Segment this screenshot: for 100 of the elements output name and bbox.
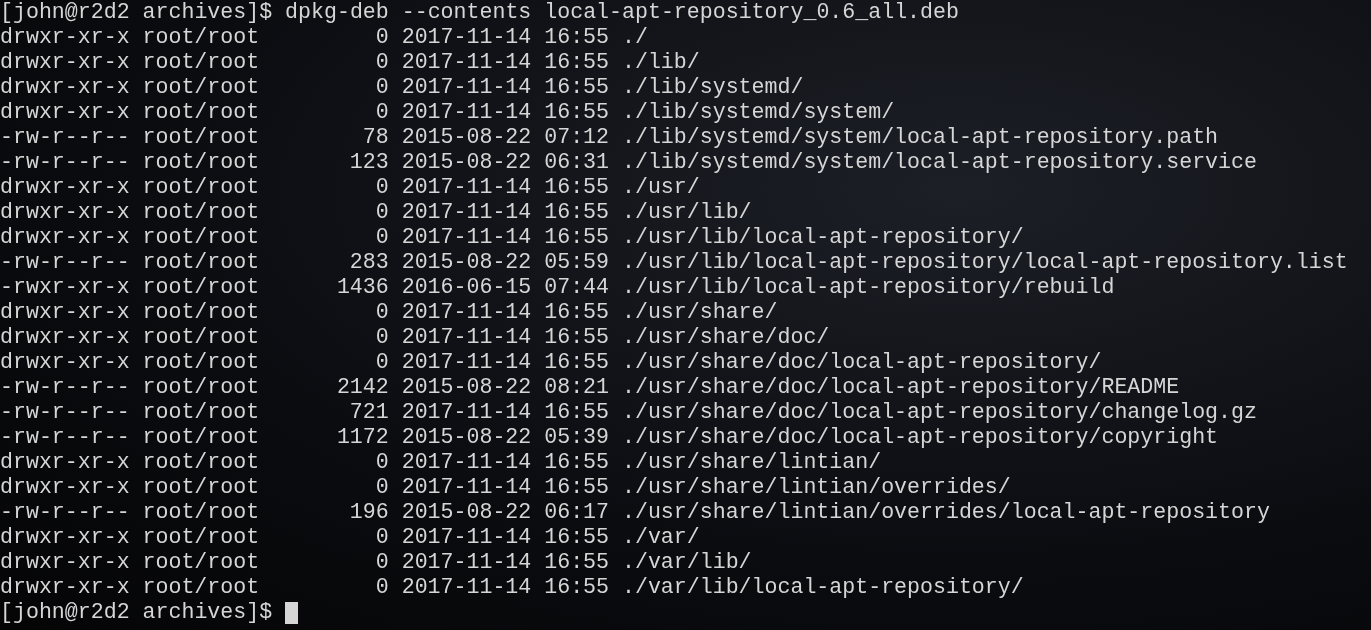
time-text: 16:55	[544, 525, 610, 550]
size-text: 0	[375, 325, 389, 350]
cursor-icon	[285, 601, 299, 624]
size-text: 0	[375, 200, 389, 225]
date-text: 2017-11-14	[401, 475, 532, 500]
size-text: 1172	[336, 425, 389, 450]
permissions-text: -rw-r--r--	[0, 400, 130, 425]
path-text: ./usr/share/lintian/overrides/local-apt-repository	[622, 500, 1270, 525]
size-text: 283	[349, 250, 389, 275]
date-text: 2017-11-14	[401, 350, 532, 375]
shell-prompt: [john@r2d2 archives]$	[0, 0, 273, 25]
size-text: 0	[375, 25, 389, 50]
path-text: ./usr/lib/local-apt-repository/local-apt-repository.list	[622, 250, 1348, 275]
permissions-text: -rw-r--r--	[0, 150, 130, 175]
date-text: 2017-11-14	[401, 200, 532, 225]
path-text: ./var/	[622, 525, 700, 550]
owner-text: root/root	[142, 400, 260, 425]
path-text: ./lib/systemd/system/	[622, 100, 895, 125]
time-text: 08:21	[544, 375, 610, 400]
owner-text: root/root	[142, 275, 260, 300]
date-text: 2017-11-14	[401, 175, 532, 200]
date-text: 2017-11-14	[401, 575, 532, 600]
path-text: ./var/lib/local-apt-repository/	[622, 575, 1024, 600]
owner-text: root/root	[142, 250, 260, 275]
date-text: 2017-11-14	[401, 25, 532, 50]
size-text: 0	[375, 350, 389, 375]
date-text: 2017-11-14	[401, 75, 532, 100]
time-text: 16:55	[544, 450, 610, 475]
permissions-text: drwxr-xr-x	[0, 225, 130, 250]
permissions-text: drwxr-xr-x	[0, 300, 130, 325]
size-text: 123	[349, 150, 389, 175]
owner-text: root/root	[142, 325, 260, 350]
path-text: ./lib/systemd/system/local-apt-repository.path	[622, 125, 1219, 150]
time-text: 06:17	[544, 500, 610, 525]
owner-text: root/root	[142, 475, 260, 500]
size-text: 0	[375, 475, 389, 500]
owner-text: root/root	[142, 75, 260, 100]
size-text: 721	[349, 400, 389, 425]
permissions-text: -rw-r--r--	[0, 500, 130, 525]
time-text: 16:55	[544, 100, 610, 125]
time-text: 06:31	[544, 150, 610, 175]
date-text: 2017-11-14	[401, 325, 532, 350]
size-text: 0	[375, 50, 389, 75]
size-text: 0	[375, 300, 389, 325]
date-text: 2015-08-22	[401, 500, 532, 525]
owner-text: root/root	[142, 575, 260, 600]
time-text: 05:59	[544, 250, 610, 275]
time-text: 16:55	[544, 325, 610, 350]
permissions-text: -rwxr-xr-x	[0, 275, 130, 300]
owner-text: root/root	[142, 225, 260, 250]
owner-text: root/root	[142, 200, 260, 225]
permissions-text: -rw-r--r--	[0, 250, 130, 275]
time-text: 16:55	[544, 175, 610, 200]
path-text: ./usr/share/doc/local-apt-repository/copyright	[622, 425, 1219, 450]
owner-text: root/root	[142, 450, 260, 475]
command-text: dpkg-deb --contents local-apt-repository_0.6_all.deb	[285, 0, 959, 25]
permissions-text: drwxr-xr-x	[0, 100, 130, 125]
size-text: 78	[362, 125, 389, 150]
owner-text: root/root	[142, 100, 260, 125]
shell-prompt: [john@r2d2 archives]$	[0, 600, 273, 625]
permissions-text: drwxr-xr-x	[0, 350, 130, 375]
owner-text: root/root	[142, 300, 260, 325]
time-text: 07:44	[544, 275, 610, 300]
size-text: 0	[375, 175, 389, 200]
permissions-text: drwxr-xr-x	[0, 175, 130, 200]
date-text: 2017-11-14	[401, 550, 532, 575]
date-text: 2017-11-14	[401, 525, 532, 550]
date-text: 2017-11-14	[401, 100, 532, 125]
owner-text: root/root	[142, 175, 260, 200]
size-text: 0	[375, 225, 389, 250]
time-text: 07:12	[544, 125, 610, 150]
permissions-text: drwxr-xr-x	[0, 75, 130, 100]
time-text: 16:55	[544, 75, 610, 100]
path-text: ./usr/lib/	[622, 200, 752, 225]
owner-text: root/root	[142, 125, 260, 150]
size-text: 1436	[336, 275, 389, 300]
time-text: 16:55	[544, 475, 610, 500]
permissions-text: -rw-r--r--	[0, 125, 130, 150]
size-text: 0	[375, 450, 389, 475]
path-text: ./var/lib/	[622, 550, 752, 575]
permissions-text: drwxr-xr-x	[0, 325, 130, 350]
path-text: ./usr/lib/local-apt-repository/rebuild	[622, 275, 1115, 300]
time-text: 16:55	[544, 575, 610, 600]
date-text: 2017-11-14	[401, 300, 532, 325]
owner-text: root/root	[142, 150, 260, 175]
date-text: 2017-11-14	[401, 50, 532, 75]
permissions-text: -rw-r--r--	[0, 375, 130, 400]
path-text: ./usr/share/	[622, 300, 778, 325]
time-text: 16:55	[544, 25, 610, 50]
size-text: 0	[375, 75, 389, 100]
time-text: 16:55	[544, 400, 610, 425]
owner-text: root/root	[142, 550, 260, 575]
path-text: ./usr/share/doc/	[622, 325, 830, 350]
date-text: 2015-08-22	[401, 425, 532, 450]
path-text: ./lib/systemd/system/local-apt-repository.service	[622, 150, 1257, 175]
time-text: 05:39	[544, 425, 610, 450]
path-text: ./lib/	[622, 50, 700, 75]
path-text: ./	[622, 25, 648, 50]
size-text: 0	[375, 525, 389, 550]
path-text: ./usr/share/doc/local-apt-repository/README	[622, 375, 1180, 400]
